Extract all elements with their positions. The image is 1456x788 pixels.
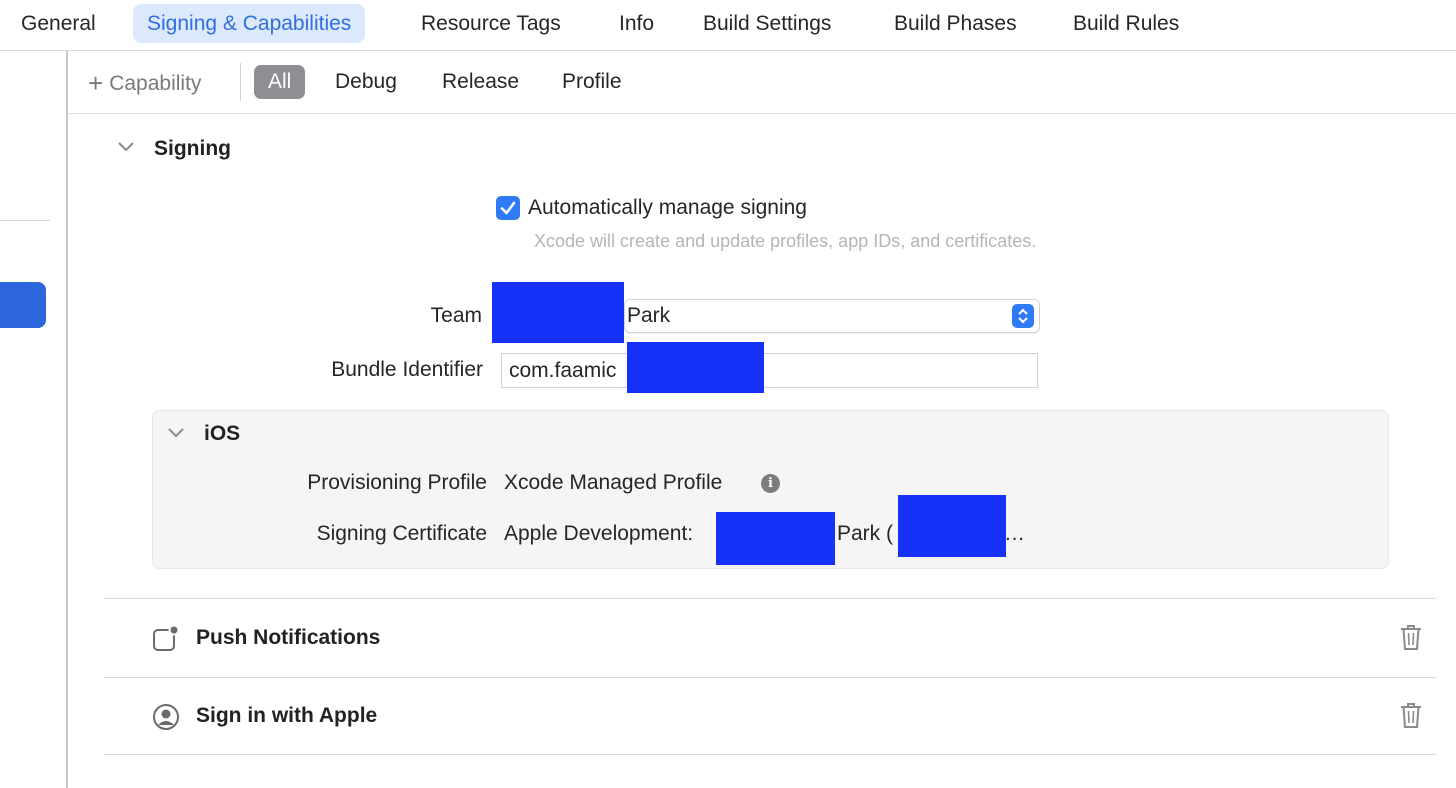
bundle-identifier-value: com.faamic [509,359,617,382]
toolbar-separator [240,63,241,101]
auto-manage-signing-checkbox[interactable] [496,196,520,220]
redaction-cert-id [898,495,1006,557]
tab-general[interactable]: General [21,4,96,43]
capability-divider [104,677,1436,678]
trash-icon[interactable] [1399,702,1423,734]
tab-build-rules[interactable]: Build Rules [1073,4,1179,43]
add-capability-label: Capability [109,72,202,95]
team-popup[interactable]: Park [624,299,1040,333]
redaction-cert-name [716,512,835,565]
team-label: Team [430,304,482,327]
tab-info[interactable]: Info [619,4,654,43]
add-capability-button[interactable]: + Capability [88,66,202,98]
filter-debug[interactable]: Debug [335,65,397,99]
auto-manage-signing-help: Xcode will create and update profiles, a… [534,231,1037,251]
team-value: Park [627,304,671,327]
tab-build-settings[interactable]: Build Settings [703,4,831,43]
capability-divider [104,598,1436,599]
capability-filter-bar: + Capability All Debug Release Profile [68,51,1456,114]
auto-manage-signing-label[interactable]: Automatically manage signing [528,196,807,220]
tab-resource-tags[interactable]: Resource Tags [421,4,561,43]
signing-certificate-value-mid: Park ( [837,522,894,545]
sign-in-with-apple-title: Sign in with Apple [196,704,378,727]
popup-stepper-icon [1012,304,1034,328]
plus-icon: + [88,68,104,98]
signing-section-title: Signing [154,137,231,160]
ios-section-title: iOS [204,422,241,445]
ios-disclosure-chevron-icon[interactable] [167,426,185,444]
push-notification-icon [152,624,180,658]
person-circle-icon [152,703,180,736]
tab-build-phases[interactable]: Build Phases [894,4,1017,43]
signing-certificate-value-prefix: Apple Development: [504,522,694,545]
trash-icon[interactable] [1399,624,1423,656]
sidebar-selected-target[interactable] [0,282,46,328]
bundle-identifier-field[interactable]: com.faamic [501,353,1038,388]
redaction-team [492,282,624,343]
bundle-identifier-label: Bundle Identifier [331,358,483,381]
signing-certificate-label: Signing Certificate [316,522,487,545]
filter-profile[interactable]: Profile [562,65,622,99]
tab-signing-capabilities[interactable]: Signing & Capabilities [133,4,366,43]
capability-divider [104,754,1436,755]
editor-tab-bar: General Signing & Capabilities Resource … [0,0,1456,51]
signing-disclosure-chevron-icon[interactable] [117,140,135,158]
provisioning-profile-label: Provisioning Profile [307,471,487,494]
targets-sidebar [0,51,68,788]
filter-release[interactable]: Release [442,65,519,99]
push-notifications-title: Push Notifications [196,626,381,649]
sidebar-divider [0,220,50,221]
signing-certificate-value-suffix: … [1004,522,1025,545]
redaction-bundle [627,342,764,393]
provisioning-profile-value: Xcode Managed Profile [504,471,723,494]
info-icon[interactable]: i [761,474,780,493]
checkmark-icon [500,201,516,215]
filter-all[interactable]: All [254,65,306,99]
